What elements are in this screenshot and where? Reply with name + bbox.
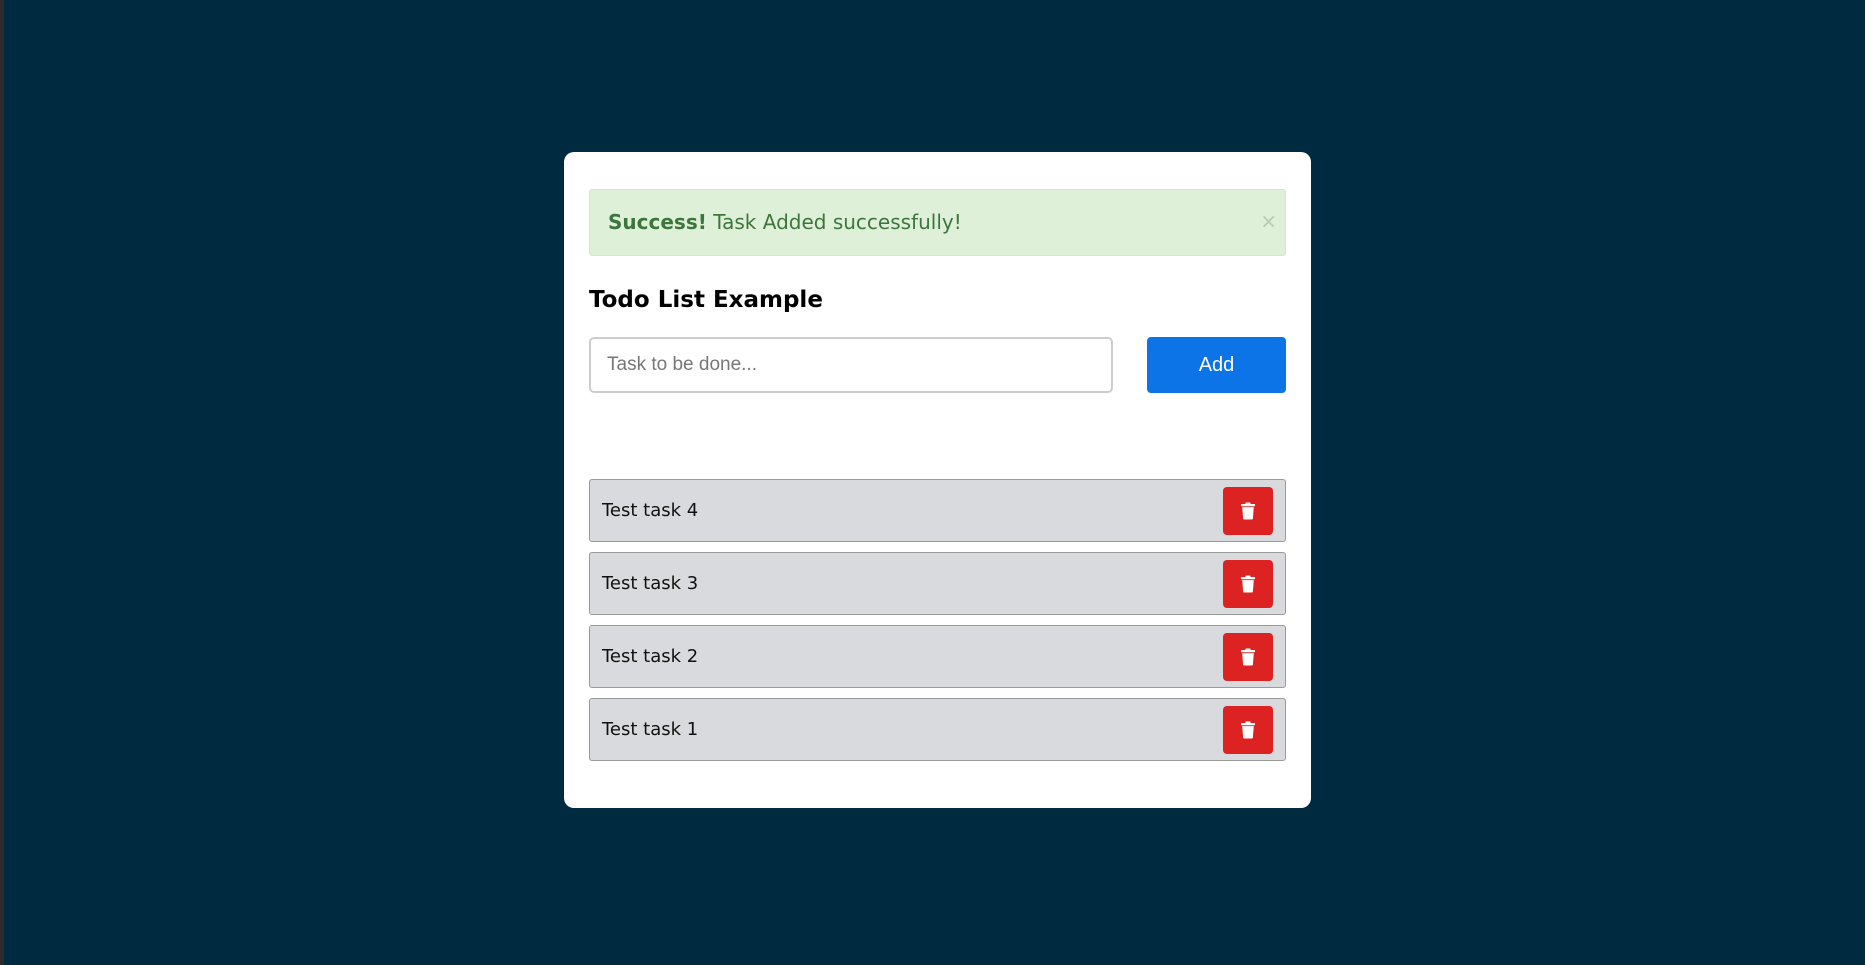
window-edge bbox=[0, 0, 4, 965]
alert-message: Task Added successfully! bbox=[706, 210, 962, 234]
delete-task-button[interactable] bbox=[1223, 706, 1273, 754]
trash-icon bbox=[1241, 721, 1255, 739]
task-input[interactable] bbox=[589, 337, 1113, 393]
task-item: Test task 1 bbox=[589, 698, 1286, 761]
task-label: Test task 3 bbox=[602, 573, 699, 594]
trash-icon bbox=[1241, 502, 1255, 520]
success-alert: Success! Task Added successfully! × bbox=[589, 189, 1286, 256]
task-item: Test task 4 bbox=[589, 479, 1286, 542]
trash-icon bbox=[1241, 575, 1255, 593]
page-title: Todo List Example bbox=[589, 287, 823, 313]
task-label: Test task 1 bbox=[602, 719, 699, 740]
alert-strong: Success! bbox=[608, 210, 707, 234]
todo-card: Success! Task Added successfully! × Todo… bbox=[564, 152, 1311, 808]
add-button[interactable]: Add bbox=[1147, 337, 1286, 393]
trash-icon bbox=[1241, 648, 1255, 666]
delete-task-button[interactable] bbox=[1223, 633, 1273, 681]
task-label: Test task 2 bbox=[602, 646, 699, 667]
task-label: Test task 4 bbox=[602, 500, 699, 521]
task-item: Test task 2 bbox=[589, 625, 1286, 688]
delete-task-button[interactable] bbox=[1223, 560, 1273, 608]
task-list: Test task 4 Test task 3 Test task 2 Test… bbox=[589, 479, 1286, 771]
delete-task-button[interactable] bbox=[1223, 487, 1273, 535]
task-item: Test task 3 bbox=[589, 552, 1286, 615]
close-icon[interactable]: × bbox=[1260, 190, 1277, 252]
